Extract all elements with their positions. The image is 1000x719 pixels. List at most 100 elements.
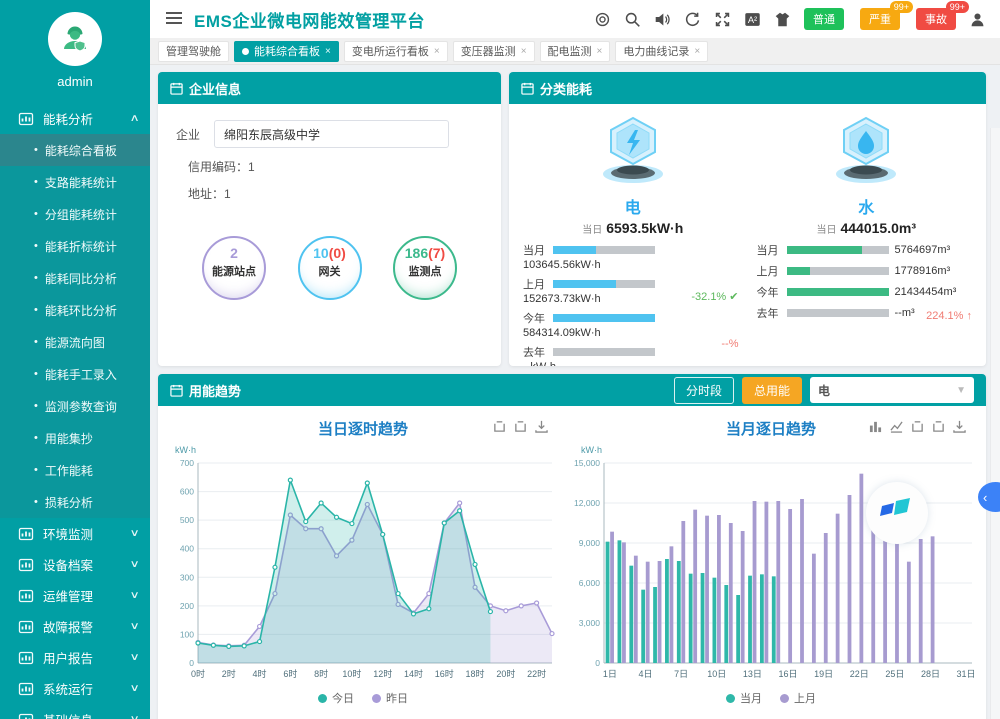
close-icon[interactable]: × bbox=[694, 46, 700, 57]
submenu-item[interactable]: •能耗手工录入 bbox=[0, 358, 150, 390]
classified-energy-panel: 分类能耗 电当日6593.5kW·h当月103645.56kW·h上月15267… bbox=[509, 72, 986, 366]
submenu-item[interactable]: •能耗同比分析 bbox=[0, 262, 150, 294]
refresh-icon[interactable] bbox=[684, 11, 701, 28]
sidebar-item-label: 设备档案 bbox=[43, 555, 93, 574]
theme-icon[interactable] bbox=[774, 11, 791, 28]
progress-track bbox=[553, 348, 655, 356]
download-icon[interactable] bbox=[953, 420, 966, 433]
progress-track bbox=[553, 246, 655, 254]
stat-label: 能源站点 bbox=[212, 263, 256, 279]
user-icon[interactable] bbox=[969, 11, 986, 28]
download-icon[interactable] bbox=[535, 420, 548, 433]
sidebar-item-fault-alarm[interactable]: 故障报警∨ bbox=[0, 611, 150, 642]
bullet-icon: • bbox=[34, 144, 38, 156]
time-segment-button[interactable]: 分时段 bbox=[674, 377, 734, 404]
stat-circle-能源站点: 2能源站点 bbox=[202, 236, 266, 300]
submenu-item[interactable]: •损耗分析 bbox=[0, 486, 150, 518]
address-line: 地址：1 bbox=[188, 185, 483, 202]
badge-count: 99+ bbox=[946, 1, 969, 13]
svg-text:14时: 14时 bbox=[404, 668, 423, 679]
submenu-item[interactable]: •能耗综合看板 bbox=[0, 134, 150, 166]
energy-value: 21434454m³ bbox=[895, 286, 957, 298]
hourly-line-chart-svg[interactable]: 0100200300400500600700kW·h0时2时4时6时8时10时1… bbox=[164, 439, 562, 683]
svg-text:300: 300 bbox=[180, 572, 194, 582]
volume-icon[interactable] bbox=[654, 11, 671, 28]
fullscreen-icon[interactable] bbox=[714, 11, 731, 28]
svg-text:18时: 18时 bbox=[466, 668, 485, 679]
daily-bar-chart-svg[interactable]: 03,0006,0009,00012,00015,000kW·h1日4日7日10… bbox=[562, 439, 980, 683]
svg-text:0: 0 bbox=[189, 658, 194, 668]
search-icon[interactable] bbox=[624, 11, 641, 28]
submenu-item[interactable]: •用能集抄 bbox=[0, 422, 150, 454]
panel-list-icon bbox=[170, 82, 183, 95]
alarm-badge-事故[interactable]: 事故99+ bbox=[916, 8, 956, 30]
progress-track bbox=[787, 267, 889, 275]
progress-fill bbox=[553, 280, 616, 288]
tab-变电所运行看板[interactable]: 变电所运行看板 × bbox=[344, 41, 448, 62]
submenu-item-label: 能耗手工录入 bbox=[45, 366, 117, 383]
restore-icon[interactable] bbox=[911, 420, 924, 433]
submenu-item[interactable]: •支路能耗统计 bbox=[0, 166, 150, 198]
close-icon[interactable]: × bbox=[521, 46, 527, 57]
legend-item-上月[interactable]: 上月 bbox=[780, 690, 816, 706]
total-energy-button[interactable]: 总用能 bbox=[742, 377, 802, 404]
sidebar-item-env-monitor[interactable]: 环境监测∨ bbox=[0, 518, 150, 549]
legend-label: 今日 bbox=[332, 690, 354, 706]
restore-icon[interactable] bbox=[493, 420, 506, 433]
submenu-item[interactable]: •工作能耗 bbox=[0, 454, 150, 486]
translate-icon[interactable]: A² bbox=[744, 11, 761, 28]
legend-item-当月[interactable]: 当月 bbox=[726, 690, 762, 706]
tab-label: 变电所运行看板 bbox=[352, 43, 429, 59]
tab-变压器监测[interactable]: 变压器监测× bbox=[453, 41, 535, 62]
submenu-item[interactable]: •能耗环比分析 bbox=[0, 294, 150, 326]
submenu-item[interactable]: •监测参数查询 bbox=[0, 390, 150, 422]
sidebar-item-system-run[interactable]: 系统运行∨ bbox=[0, 673, 150, 704]
close-icon[interactable]: × bbox=[325, 46, 331, 57]
avatar[interactable] bbox=[48, 12, 102, 66]
submenu-item[interactable]: •分组能耗统计 bbox=[0, 198, 150, 230]
legend-label: 上月 bbox=[794, 690, 816, 706]
sidebar-item-basic-info[interactable]: 基础信息∨ bbox=[0, 704, 150, 719]
legend-item-今日[interactable]: 今日 bbox=[318, 690, 354, 706]
restore-icon[interactable] bbox=[514, 420, 527, 433]
submenu-item[interactable]: •能耗折标统计 bbox=[0, 230, 150, 262]
svg-text:22时: 22时 bbox=[527, 668, 546, 679]
tab-label: 管理驾驶舱 bbox=[166, 43, 221, 59]
svg-text:16时: 16时 bbox=[435, 668, 454, 679]
tab-管理驾驶舱[interactable]: 管理驾驶舱 bbox=[158, 41, 229, 62]
sidebar-item-ops-mgmt[interactable]: 运维管理∨ bbox=[0, 580, 150, 611]
close-icon[interactable]: × bbox=[597, 46, 603, 57]
line-chart-icon[interactable] bbox=[890, 420, 903, 433]
tab-配电监测[interactable]: 配电监测 × bbox=[540, 41, 611, 62]
svg-text:4日: 4日 bbox=[639, 669, 653, 679]
bar-chart-icon[interactable] bbox=[869, 420, 882, 433]
alarm-badge-严重[interactable]: 严重99+ bbox=[860, 8, 900, 30]
hamburger-icon[interactable] bbox=[150, 11, 194, 28]
restore-icon[interactable] bbox=[932, 420, 945, 433]
sidebar-item-energy-analysis[interactable]: 能耗分析∧ bbox=[0, 103, 150, 134]
aim-icon[interactable] bbox=[594, 11, 611, 28]
trend-panel-header: 用能趋势 分时段 总用能 电 ▼ bbox=[158, 374, 986, 406]
company-input[interactable] bbox=[214, 120, 449, 148]
alarm-badge-普通[interactable]: 普通 bbox=[804, 8, 844, 30]
scrollbar-track[interactable] bbox=[990, 128, 1000, 719]
submenu-item[interactable]: •能源流向图 bbox=[0, 326, 150, 358]
svg-text:700: 700 bbox=[180, 458, 194, 468]
sidebar-item-device-archive[interactable]: 设备档案∨ bbox=[0, 549, 150, 580]
progress-track bbox=[787, 246, 889, 254]
energy-row-当月: 当月 bbox=[523, 242, 743, 258]
legend-label: 昨日 bbox=[386, 690, 408, 706]
stat-value: 186(7) bbox=[405, 245, 445, 261]
submenu-item-label: 支路能耗统计 bbox=[45, 174, 117, 191]
energy-type-select[interactable]: 电 ▼ bbox=[810, 377, 974, 403]
tab-电力曲线记录[interactable]: 电力曲线记录× bbox=[615, 41, 708, 62]
tab-label: 配电监测 bbox=[548, 43, 592, 59]
legend-item-昨日[interactable]: 昨日 bbox=[372, 690, 408, 706]
stat-circle-监测点: 186(7)监测点 bbox=[393, 236, 457, 300]
sidebar-item-user-report[interactable]: 用户报告∨ bbox=[0, 642, 150, 673]
progress-fill bbox=[787, 246, 862, 254]
chevron-down-icon: ∨ bbox=[129, 621, 139, 632]
close-icon[interactable]: × bbox=[434, 46, 440, 57]
tab-能耗综合看板[interactable]: 能耗综合看板× bbox=[234, 41, 339, 62]
svg-text:6,000: 6,000 bbox=[579, 578, 601, 588]
